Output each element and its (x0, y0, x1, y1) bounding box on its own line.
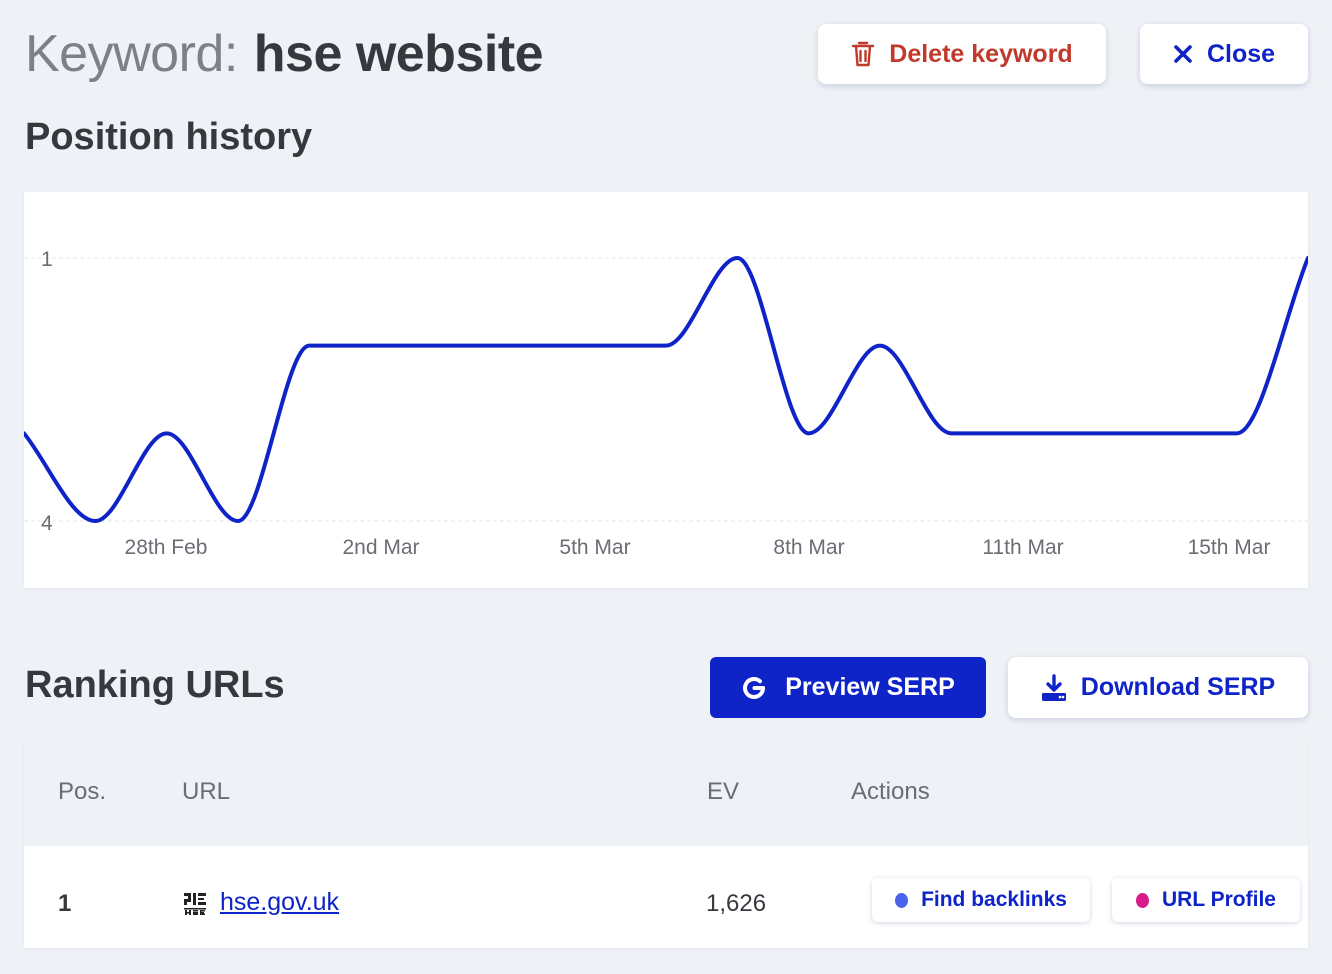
delete-keyword-button[interactable]: Delete keyword (818, 24, 1106, 84)
ranking-urls-title: Ranking URLs (25, 664, 285, 706)
keyword-name: hse website (253, 25, 544, 83)
download-serp-label: Download SERP (1080, 673, 1276, 701)
delete-keyword-label: Delete keyword (889, 39, 1073, 68)
row-url-link[interactable]: hse.gov.uk (220, 888, 339, 917)
site-favicon-icon (184, 892, 206, 915)
keyword-prefix: Keyword: (25, 25, 238, 83)
x-tick-label: 11th Mar (982, 536, 1063, 559)
y-tick-label: 4 (41, 512, 53, 535)
table-header: Pos. URL EV Actions (24, 738, 1308, 846)
position-history-chart: 1 4 28th Feb 2nd Mar 5th Mar 8th Mar 11t… (24, 192, 1308, 588)
chart-svg: 1 4 28th Feb 2nd Mar 5th Mar 8th Mar 11t… (24, 248, 1308, 559)
preview-serp-label: Preview SERP (785, 673, 955, 701)
x-tick-label: 28th Feb (125, 536, 208, 559)
row-url: hse.gov.uk (182, 888, 339, 917)
row-position: 1 (58, 890, 72, 917)
download-serp-button[interactable]: Download SERP (1008, 657, 1308, 718)
x-tick-label: 5th Mar (559, 536, 630, 559)
url-profile-button[interactable]: URL Profile (1112, 878, 1300, 922)
y-tick-label: 1 (41, 248, 53, 271)
preview-serp-button[interactable]: Preview SERP (710, 657, 986, 718)
url-profile-dot-icon (1136, 892, 1150, 908)
column-header-ev: EV (707, 778, 740, 805)
google-icon (743, 676, 766, 699)
download-icon (1041, 673, 1066, 701)
trash-icon (852, 41, 875, 67)
series-line (24, 256, 1308, 523)
column-header-actions: Actions (851, 778, 930, 805)
close-label: Close (1206, 39, 1276, 68)
x-tick-label: 2nd Mar (342, 536, 419, 559)
column-header-pos: Pos. (58, 778, 107, 805)
close-icon (1174, 45, 1192, 63)
column-header-url: URL (182, 778, 231, 805)
page-header: Keyword: hse website (25, 22, 544, 86)
x-tick-label: 15th Mar (1188, 536, 1271, 559)
position-history-title: Position history (25, 116, 313, 158)
x-tick-label: 8th Mar (773, 536, 844, 559)
ranking-table: Pos. URL EV Actions 1 hse.gov.uk 1,626 F… (24, 738, 1308, 948)
close-button[interactable]: Close (1140, 24, 1308, 84)
find-backlinks-label: Find backlinks (921, 888, 1067, 911)
row-ev: 1,626 (706, 890, 767, 917)
url-profile-label: URL Profile (1162, 888, 1276, 911)
backlinks-dot-icon (895, 892, 909, 908)
find-backlinks-button[interactable]: Find backlinks (872, 878, 1090, 922)
